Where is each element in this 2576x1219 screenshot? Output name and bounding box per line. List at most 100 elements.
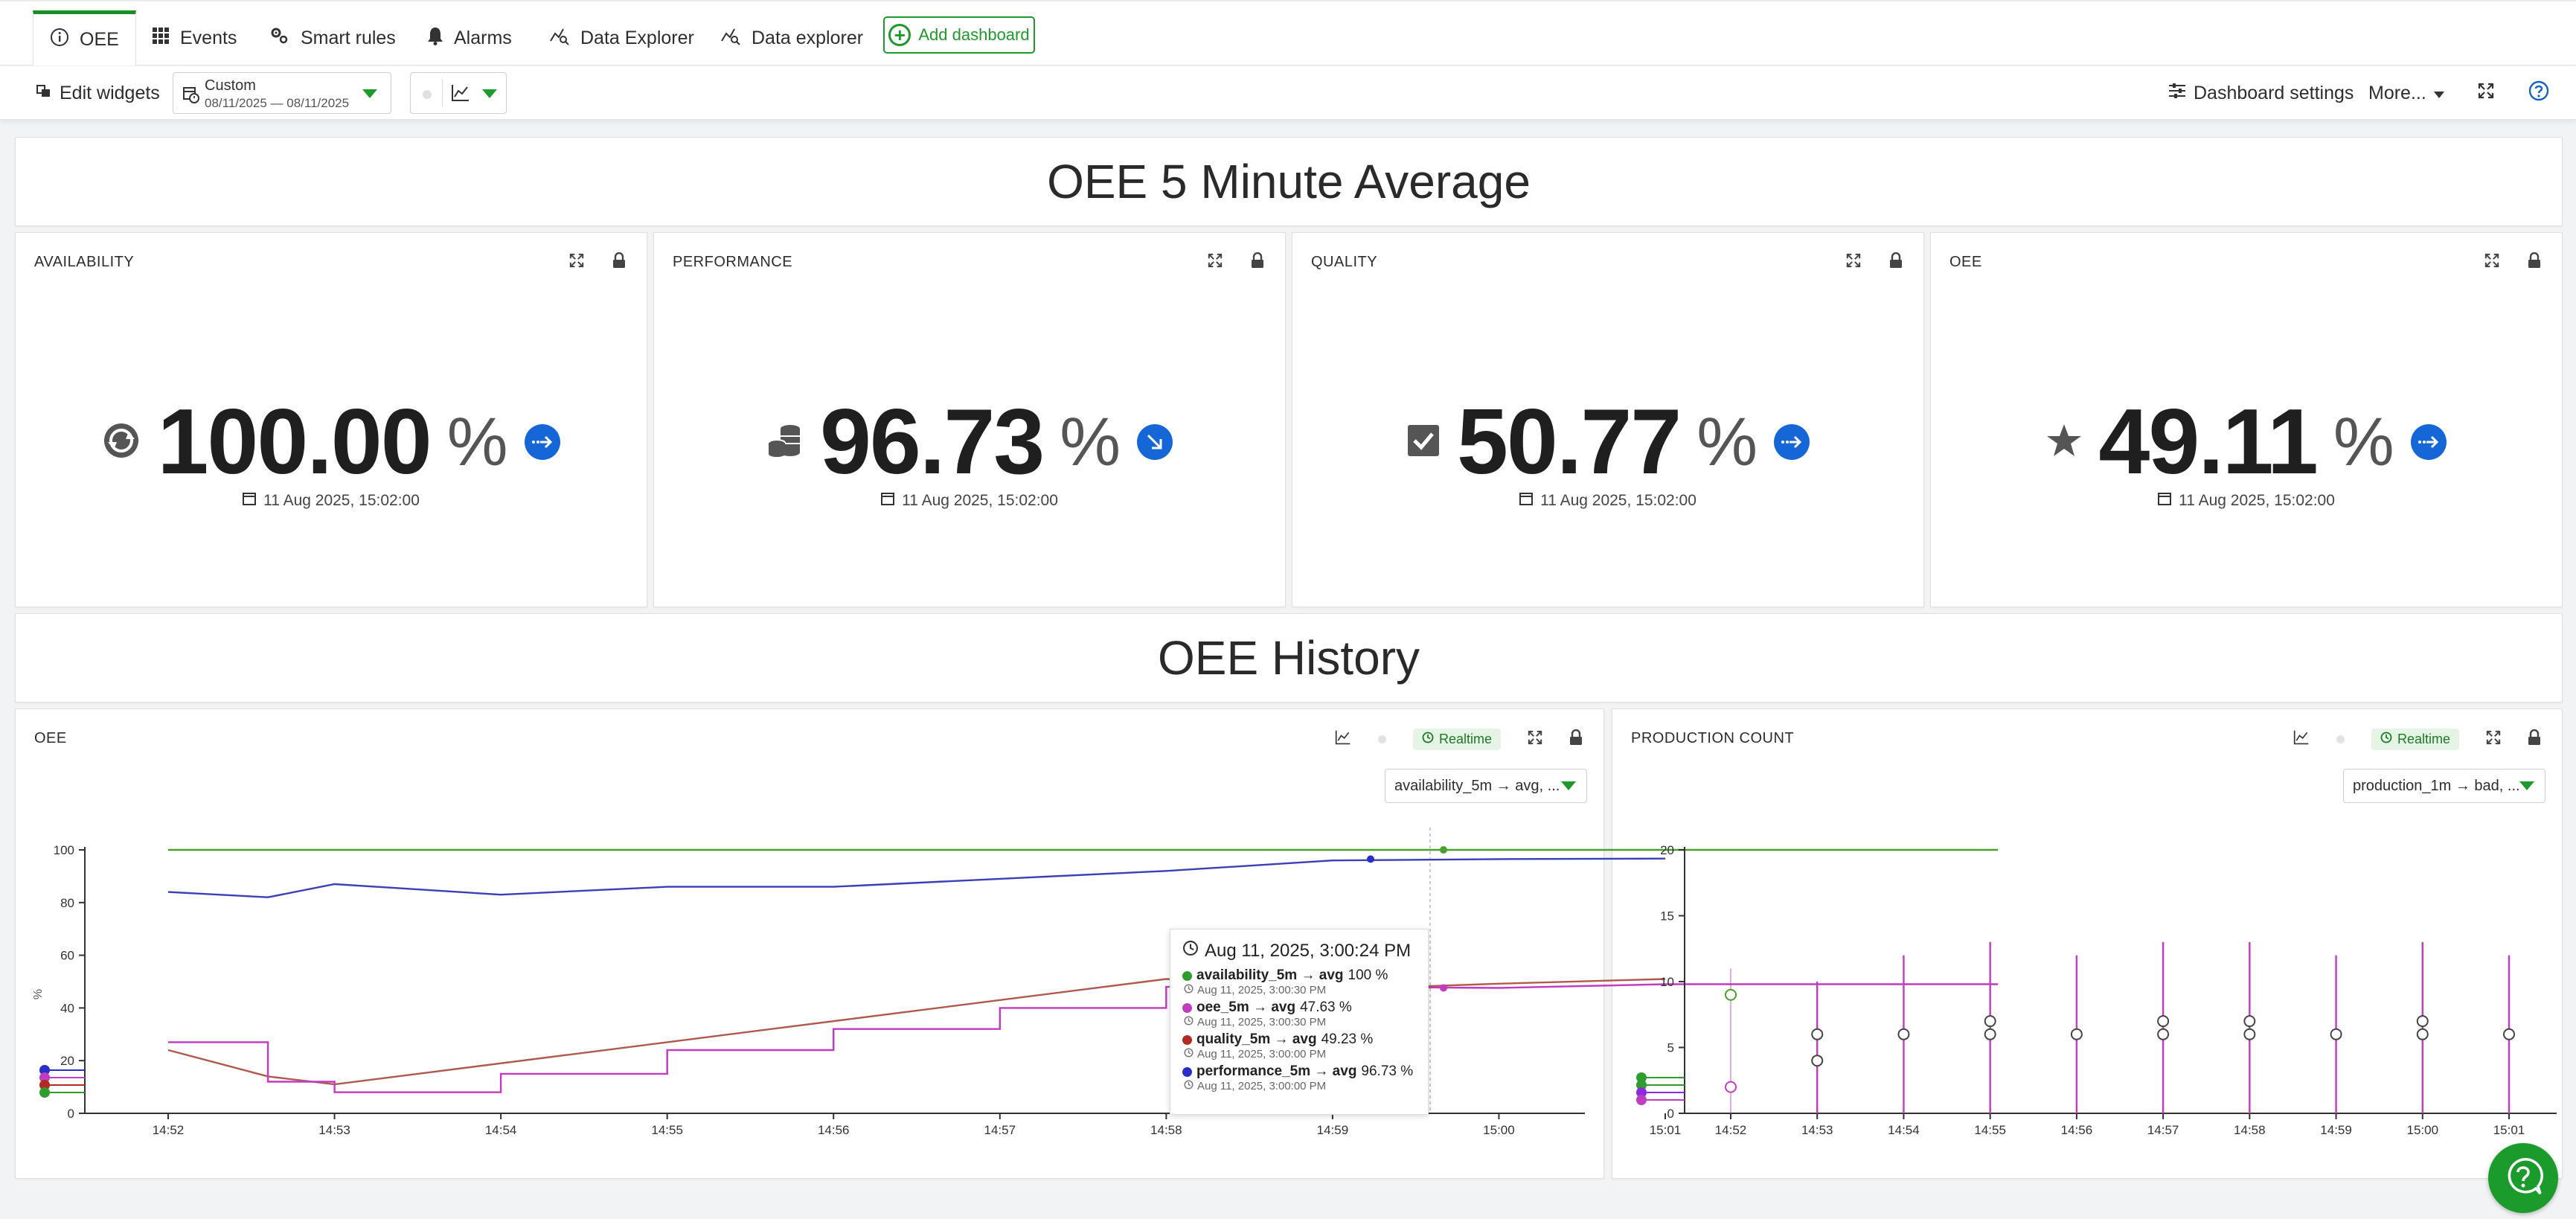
tab-data-explorer[interactable]: Data Explorer bbox=[533, 10, 711, 65]
card-tools bbox=[1846, 252, 1903, 272]
data-explorer-icon bbox=[720, 26, 741, 51]
tab-data-explorer-2[interactable]: Data explorer bbox=[704, 10, 880, 65]
series-select[interactable]: availability_5m → avg, ... bbox=[1385, 769, 1587, 803]
kpi-date: 11 Aug 2025, 15:02:00 bbox=[1931, 492, 2562, 510]
fullscreen-button[interactable] bbox=[2478, 66, 2494, 120]
tooltip-time: Aug 11, 2025, 3:00:24 PM bbox=[1205, 940, 1412, 961]
clock-icon bbox=[1184, 1016, 1194, 1028]
calendar-icon bbox=[881, 492, 895, 510]
tooltip-series-value: 47.63 % bbox=[1300, 999, 1352, 1015]
tooltip-row: oee_5m → avg 47.63 % Aug 11, 2025, 3:00:30… bbox=[1182, 999, 1416, 1028]
tab-oee[interactable]: OEE bbox=[33, 10, 136, 65]
tab-label: Data explorer bbox=[752, 27, 864, 48]
tooltip-series-value: 96.73 % bbox=[1361, 1063, 1414, 1079]
lock-icon[interactable] bbox=[1889, 252, 1903, 272]
add-dashboard-button[interactable]: + Add dashboard bbox=[883, 16, 1035, 54]
kpi-unit: % bbox=[446, 403, 508, 480]
lock-icon[interactable] bbox=[2528, 729, 2541, 749]
line-chart-icon[interactable] bbox=[1335, 729, 1351, 749]
average-section-header: OEE 5 Minute Average bbox=[15, 137, 2563, 226]
tooltip-series-time: Aug 11, 2025, 3:00:30 PM bbox=[1184, 984, 1416, 996]
series-color-dot bbox=[1182, 970, 1192, 981]
card-title: OEE bbox=[1949, 254, 1982, 270]
tooltip-time-text: Aug 11, 2025, 3:00:00 PM bbox=[1197, 1048, 1327, 1060]
section-title: OEE History bbox=[1157, 631, 1420, 685]
expand-icon[interactable] bbox=[2486, 730, 2501, 749]
realtime-label: Realtime bbox=[2397, 732, 2450, 746]
kpi-date: 11 Aug 2025, 15:02:00 bbox=[654, 492, 1285, 510]
lock-icon[interactable] bbox=[612, 252, 626, 272]
tooltip-series-line: availability_5m → avg 100 % bbox=[1182, 967, 1416, 984]
floating-help-button[interactable] bbox=[2488, 1143, 2558, 1213]
tab-label: OEE bbox=[80, 29, 119, 50]
help-chat-icon bbox=[2503, 1156, 2543, 1200]
card-tools: Realtime bbox=[2293, 729, 2541, 750]
tab-events[interactable]: Events bbox=[135, 10, 253, 65]
lock-icon[interactable] bbox=[1251, 252, 1264, 272]
data-explorer-icon bbox=[549, 26, 570, 51]
series-select-value: production_1m → bad, ... bbox=[2353, 777, 2520, 794]
kpi-value-row: 50.77 % bbox=[1292, 389, 1923, 495]
tooltip-series-name: performance_5m → avg bbox=[1196, 1063, 1357, 1079]
chevron-down-icon bbox=[482, 89, 497, 98]
card-title: QUALITY bbox=[1311, 254, 1378, 270]
kpi-value-row: 96.73 % bbox=[654, 389, 1285, 495]
card-tools bbox=[2484, 252, 2541, 272]
tooltip-rows: availability_5m → avg 100 % Aug 11, 2025, … bbox=[1182, 967, 1416, 1092]
line-chart-icon[interactable] bbox=[2293, 729, 2310, 749]
tooltip-row: quality_5m → avg 49.23 % Aug 11, 2025, 3:0… bbox=[1182, 1031, 1416, 1060]
tooltip-row: performance_5m → avg 96.73 % Aug 11, 2025,… bbox=[1182, 1063, 1416, 1092]
divider bbox=[442, 79, 443, 107]
edit-widgets-label: Edit widgets bbox=[60, 82, 160, 103]
date-range-dropdown[interactable]: Custom 08/11/2025 — 08/11/2025 bbox=[173, 72, 391, 114]
section-title: OEE 5 Minute Average bbox=[1047, 155, 1531, 208]
tooltip-series-time: Aug 11, 2025, 3:00:30 PM bbox=[1184, 1016, 1416, 1028]
kpi-date-text: 11 Aug 2025, 15:02:00 bbox=[1540, 492, 1696, 509]
more-label: More... bbox=[2368, 82, 2426, 103]
tooltip-series-name: quality_5m → avg bbox=[1196, 1031, 1317, 1047]
tab-alarms[interactable]: Alarms bbox=[411, 10, 528, 65]
realtime-toggle[interactable]: Realtime bbox=[2371, 729, 2459, 750]
more-menu-button[interactable]: More... bbox=[2368, 66, 2444, 120]
card-tools: Realtime bbox=[1335, 729, 1583, 750]
kpi-date-text: 11 Aug 2025, 15:02:00 bbox=[902, 492, 1058, 509]
help-button[interactable] bbox=[2528, 66, 2549, 120]
tab-smart-rules[interactable]: Smart rules bbox=[253, 10, 412, 65]
tab-label: Smart rules bbox=[301, 27, 396, 48]
realtime-toggle[interactable]: Realtime bbox=[1412, 729, 1501, 750]
expand-icon bbox=[2478, 83, 2494, 104]
history-section-header: OEE History bbox=[15, 613, 2563, 703]
help-circle-icon bbox=[2528, 80, 2549, 106]
aggregation-dropdown[interactable] bbox=[410, 72, 507, 114]
calendar-clock-icon bbox=[183, 86, 199, 107]
clock-icon bbox=[1182, 940, 1199, 962]
tab-label: Data Explorer bbox=[580, 27, 694, 48]
lock-icon[interactable] bbox=[2528, 252, 2541, 272]
card-title: OEE bbox=[34, 730, 67, 746]
tab-label: Alarms bbox=[454, 27, 512, 48]
tab-label: Events bbox=[180, 27, 237, 48]
expand-icon[interactable] bbox=[569, 253, 584, 272]
card-tools bbox=[1208, 252, 1264, 272]
chevron-down-icon bbox=[2519, 781, 2534, 790]
clock-icon bbox=[1184, 1080, 1194, 1092]
kpi-card-quality: QUALITY 50.77 % 11 Aug 2025, 15:02:00 bbox=[1292, 232, 1924, 607]
series-select[interactable]: production_1m → bad, ... bbox=[2343, 769, 2545, 803]
expand-icon[interactable] bbox=[1208, 253, 1223, 272]
kpi-unit: % bbox=[2333, 403, 2394, 480]
tooltip-series-value: 100 % bbox=[1348, 967, 1388, 983]
expand-icon[interactable] bbox=[2484, 253, 2499, 272]
chevron-down-icon bbox=[1561, 781, 1576, 790]
lock-icon[interactable] bbox=[1569, 729, 1583, 749]
clock-icon bbox=[1184, 984, 1194, 996]
expand-icon[interactable] bbox=[1846, 253, 1861, 272]
star-icon bbox=[2046, 423, 2082, 462]
edit-widgets-icon bbox=[36, 83, 52, 104]
dashboard-settings-button[interactable]: Dashboard settings bbox=[2168, 66, 2354, 120]
edit-widgets-button[interactable]: Edit widgets bbox=[36, 66, 160, 120]
clock-icon bbox=[1184, 1048, 1194, 1060]
kpi-value-row: 100.00 % bbox=[16, 389, 647, 495]
expand-icon[interactable] bbox=[1528, 730, 1542, 749]
card-title: AVAILABILITY bbox=[34, 254, 135, 270]
sliders-icon bbox=[2168, 83, 2186, 104]
